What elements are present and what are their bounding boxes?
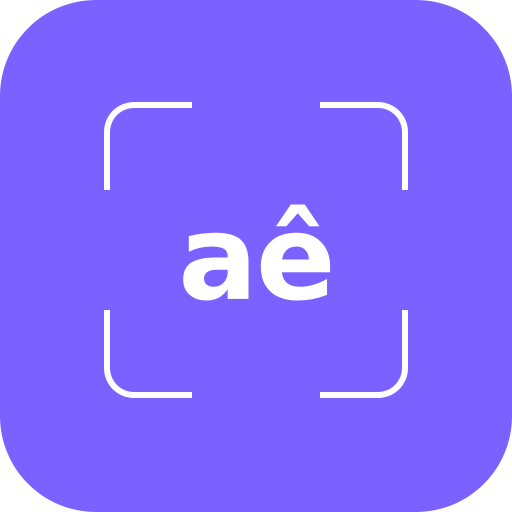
app-icon: aê	[0, 0, 512, 512]
app-icon-glyph-text: aê	[178, 189, 336, 327]
